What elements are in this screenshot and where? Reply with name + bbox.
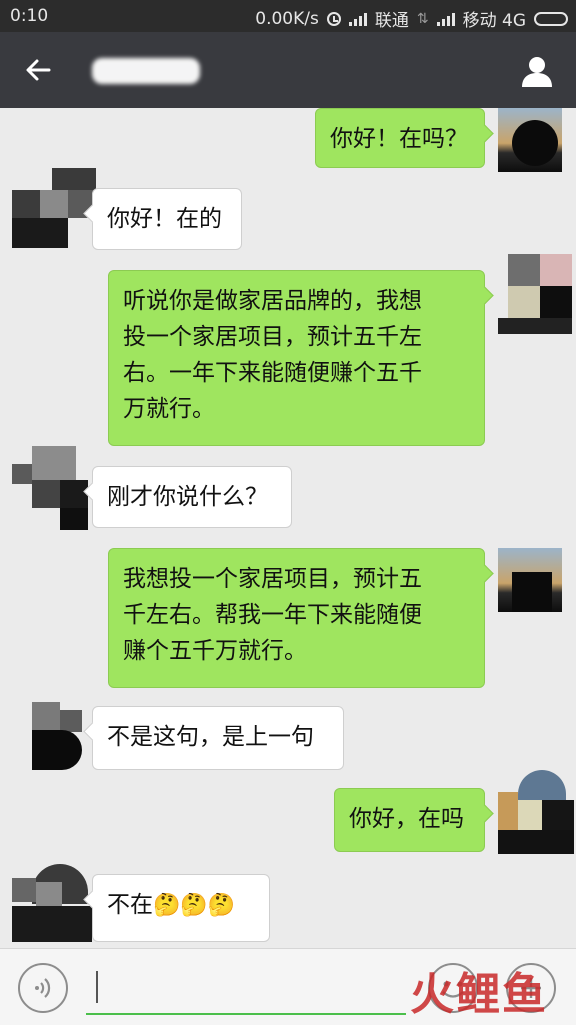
my-avatar[interactable] xyxy=(498,108,562,172)
contact-avatar[interactable] xyxy=(28,702,84,772)
message-line: 投一个家居项目，预计五千左 xyxy=(123,324,422,350)
status-right: 0.00K/s 联通 ⇅ 移动 4G xyxy=(255,6,568,31)
my-avatar[interactable] xyxy=(498,254,572,334)
message-text: 你好！在的 xyxy=(107,206,222,232)
voice-icon[interactable] xyxy=(18,963,68,1013)
message-bubble-in[interactable]: 不在🤔🤔🤔 xyxy=(92,874,270,942)
message-text: 你好！在吗？ xyxy=(330,126,468,152)
my-avatar[interactable] xyxy=(498,770,574,854)
contact-avatar[interactable] xyxy=(12,168,96,252)
status-time: 0:10 xyxy=(10,6,49,26)
thinking-face-icon: 🤔 xyxy=(153,893,181,918)
message-bubble-in[interactable]: 刚才你说什么？ xyxy=(92,466,292,528)
message-bubble-out[interactable]: 听说你是做家居品牌的，我想 投一个家居项目，预计五千左 右。一年下来能随便赚个五… xyxy=(108,270,485,446)
message-bubble-out[interactable]: 你好，在吗 xyxy=(334,788,485,852)
data-transfer-icon: ⇅ xyxy=(416,10,429,27)
message-line: 赚个五千万就行。 xyxy=(123,638,307,664)
message-bubble-out[interactable]: 你好！在吗？ xyxy=(315,108,485,168)
alarm-icon xyxy=(326,11,341,26)
message-input[interactable] xyxy=(86,969,406,1015)
battery-icon xyxy=(534,11,568,26)
text-caret xyxy=(96,971,98,1003)
arrow-left-icon[interactable] xyxy=(20,52,56,88)
my-avatar[interactable] xyxy=(498,548,562,612)
contact-name-redacted xyxy=(92,58,200,84)
message-text: 刚才你说什么？ xyxy=(107,484,268,510)
signal-icon xyxy=(348,12,367,26)
carrier-2: 移动 4G xyxy=(462,11,526,31)
message-line: 我想投一个家居项目，预计五 xyxy=(123,566,422,592)
message-bubble-out[interactable]: 我想投一个家居项目，预计五 千左右。帮我一年下来能随便 赚个五千万就行。 xyxy=(108,548,485,688)
carrier-1: 联通 xyxy=(374,11,409,31)
message-line: 右。一年下来能随便赚个五千 xyxy=(123,360,422,386)
person-icon[interactable] xyxy=(520,54,554,88)
contact-avatar[interactable] xyxy=(12,862,92,942)
message-line: 听说你是做家居品牌的，我想 xyxy=(123,288,422,314)
watermark-logo: 火鲤鱼 xyxy=(410,969,548,1020)
thinking-face-icon: 🤔 xyxy=(180,893,208,918)
network-speed: 0.00K/s xyxy=(255,8,319,29)
message-bubble-in[interactable]: 不是这句，是上一句 xyxy=(92,706,344,770)
message-line: 千左右。帮我一年下来能随便 xyxy=(123,602,422,628)
message-text: 不是这句，是上一句 xyxy=(107,724,314,750)
thinking-face-icon: 🤔 xyxy=(207,893,236,918)
message-text: 不在 xyxy=(107,892,153,918)
status-bar: 0:10 0.00K/s 联通 ⇅ 移动 4G xyxy=(0,0,576,32)
message-text: 你好，在吗 xyxy=(349,806,464,832)
contact-avatar[interactable] xyxy=(12,446,92,530)
message-line: 万就行。 xyxy=(123,396,215,422)
message-bubble-in[interactable]: 你好！在的 xyxy=(92,188,242,250)
chat-header xyxy=(0,32,576,108)
signal-icon-2 xyxy=(436,12,455,26)
